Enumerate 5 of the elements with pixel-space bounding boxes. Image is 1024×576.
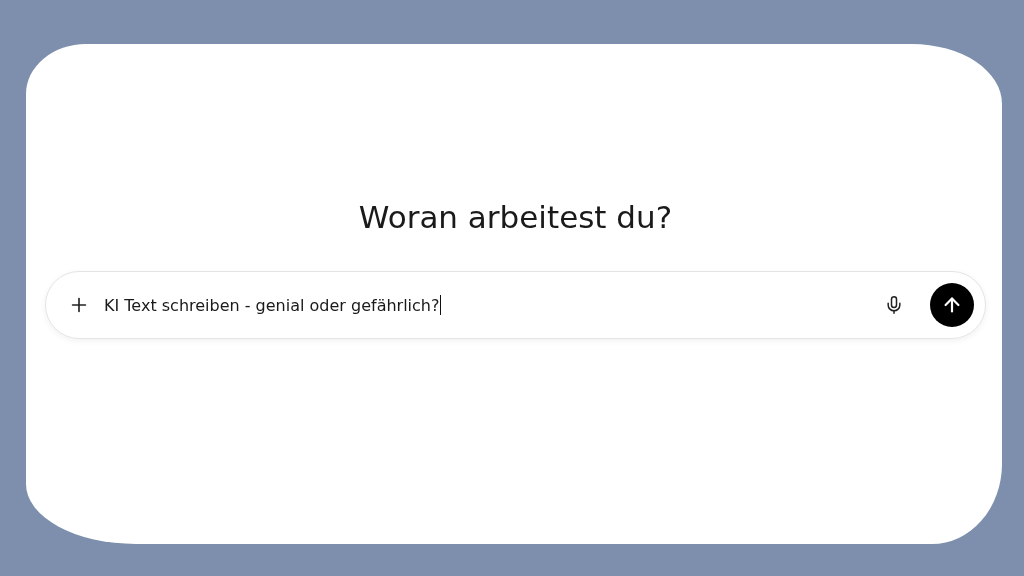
typed-text: KI Text schreiben - genial oder gefährlich? <box>104 295 440 315</box>
microphone-icon <box>884 295 904 315</box>
send-button[interactable] <box>930 283 974 327</box>
text-cursor <box>440 295 442 315</box>
heading: Woran arbeitest du? <box>358 199 673 235</box>
